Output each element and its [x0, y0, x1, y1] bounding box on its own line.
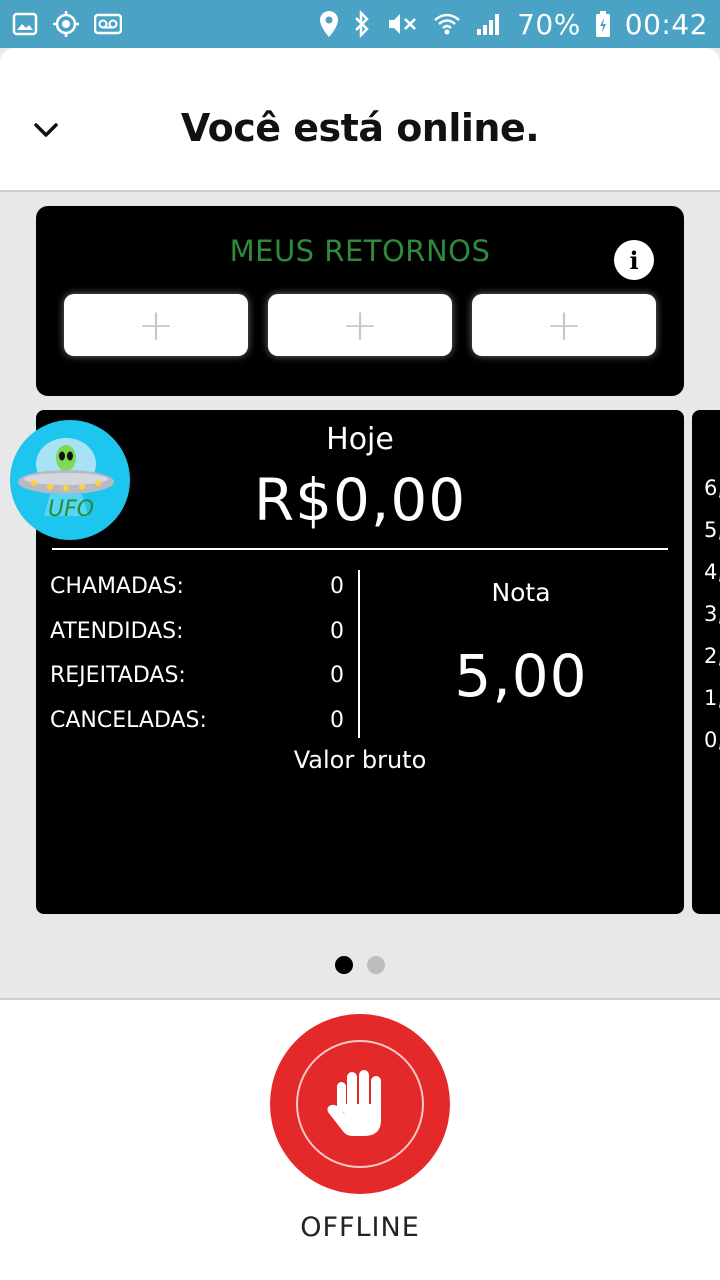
page-title: Você está online.	[180, 106, 540, 150]
offline-label: OFFLINE	[300, 1212, 420, 1243]
battery-icon	[595, 10, 611, 38]
chart-tick-label: 2,	[704, 644, 720, 668]
retornos-title: MEUS RETORNOS	[229, 234, 491, 268]
today-card[interactable]: Hoje R$0,00 CHAMADAS: 0 ATENDIDAS: 0 REJ…	[36, 410, 684, 914]
stat-label: CHAMADAS:	[50, 574, 184, 599]
avatar-text: UFO	[48, 497, 94, 522]
sync-icon	[52, 10, 80, 38]
wifi-icon	[433, 11, 461, 37]
stat-label: REJEITADAS:	[50, 663, 186, 688]
header: Você está online.	[0, 48, 720, 192]
chart-tick-label: 0,	[704, 728, 720, 752]
stat-label: CANCELADAS:	[50, 708, 207, 733]
status-time: 00:42	[624, 7, 708, 41]
mute-icon	[385, 10, 419, 38]
stat-row-chamadas: CHAMADAS: 0	[50, 574, 344, 599]
pager-dot-2[interactable]	[367, 956, 385, 974]
offline-button[interactable]	[270, 1014, 450, 1194]
today-label: Hoje	[326, 422, 394, 457]
pager-dot-1[interactable]	[335, 956, 353, 974]
stat-row-rejeitadas: REJEITADAS: 0	[50, 663, 344, 688]
bottom-panel: OFFLINE	[0, 998, 720, 1280]
stat-value: 0	[330, 574, 344, 599]
retorno-slot-2[interactable]: +	[268, 294, 452, 356]
stat-label: ATENDIDAS:	[50, 619, 184, 644]
divider	[52, 548, 668, 550]
nota-value: 5,00	[454, 642, 588, 710]
info-button[interactable]: i	[614, 240, 654, 280]
status-bar: 70% 00:42	[0, 0, 720, 48]
retornos-card: MEUS RETORNOS i + + +	[36, 206, 684, 396]
chart-tick-label: 3,	[704, 602, 720, 626]
stat-value: 0	[330, 663, 344, 688]
location-icon	[319, 10, 339, 38]
voicemail-icon	[94, 13, 122, 35]
chart-tick-label: 5,	[704, 518, 720, 542]
chart-tick-label: 1,	[704, 686, 720, 710]
chart-tick-label: 4,	[704, 560, 720, 584]
retorno-slot-3[interactable]: +	[472, 294, 656, 356]
stat-row-canceladas: CANCELADAS: 0	[50, 708, 344, 733]
bluetooth-icon	[353, 10, 371, 38]
stat-value: 0	[330, 708, 344, 733]
retornos-slots: + + +	[64, 294, 656, 356]
retorno-slot-1[interactable]: +	[64, 294, 248, 356]
status-bar-left	[12, 10, 122, 38]
chart-tick-label: 6,	[704, 476, 720, 500]
info-icon: i	[629, 245, 639, 275]
pager-dots	[0, 956, 720, 974]
gallery-icon	[12, 11, 38, 37]
hand-stop-icon	[327, 1070, 381, 1136]
avatar[interactable]: UFO	[10, 420, 130, 540]
today-amount: R$0,00	[253, 466, 467, 534]
stat-value: 0	[330, 619, 344, 644]
valor-bruto-label: Valor bruto	[293, 746, 427, 774]
next-card-peek[interactable]: 6, 5, 4, 3, 2, 1, 0,	[692, 410, 720, 914]
status-bar-right: 70% 00:42	[319, 8, 708, 41]
signal-icon	[475, 11, 503, 37]
offline-ring	[296, 1040, 424, 1168]
battery-percent: 70%	[517, 7, 581, 41]
ufo-alien-icon: UFO	[18, 438, 114, 522]
vertical-divider	[358, 570, 360, 738]
nota-label: Nota	[491, 578, 551, 607]
stat-row-atendidas: ATENDIDAS: 0	[50, 619, 344, 644]
